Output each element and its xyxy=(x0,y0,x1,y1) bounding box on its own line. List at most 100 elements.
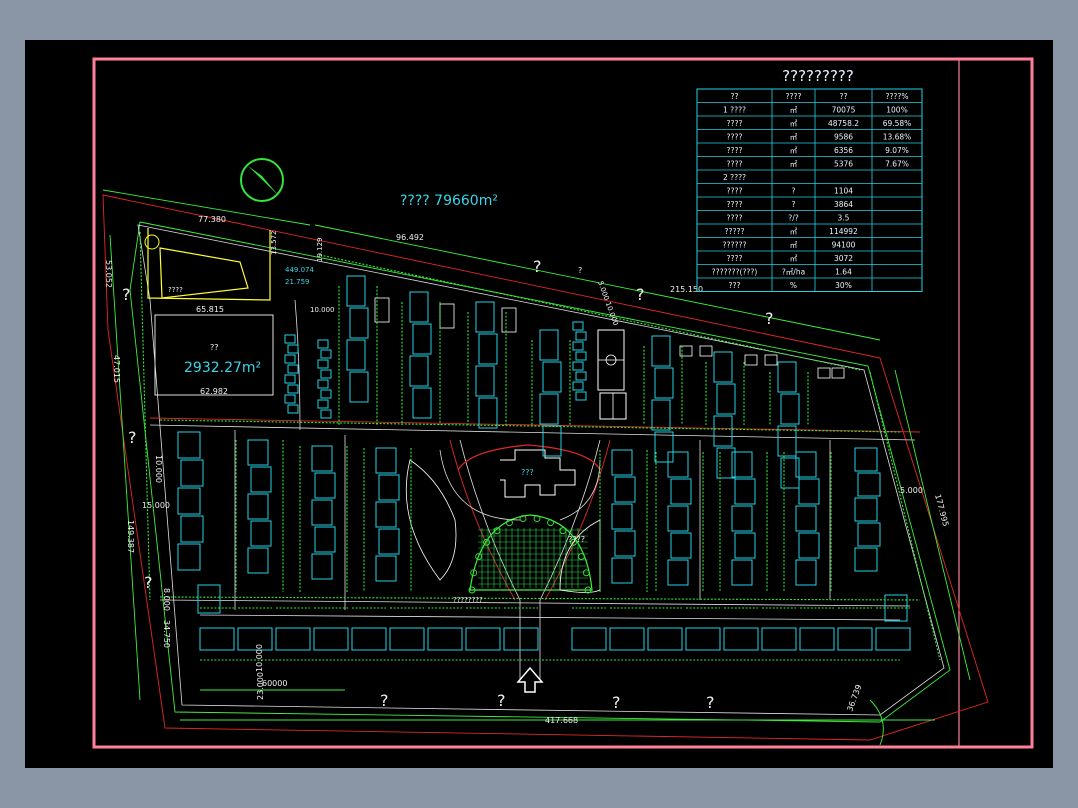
apartment-unit xyxy=(854,447,878,472)
apartment-unit xyxy=(734,532,756,559)
apartment-unit xyxy=(177,431,201,459)
apartment-unit xyxy=(857,472,881,497)
table-cell: ???????(???) xyxy=(712,268,758,277)
apartment-unit xyxy=(575,371,587,381)
rowhouse-unit xyxy=(647,627,683,651)
mark-9: ? xyxy=(706,693,715,712)
apartment-unit xyxy=(412,323,432,355)
plot-area-label: 2932.27m² xyxy=(184,360,261,376)
road-network xyxy=(149,299,921,680)
apartment-unit xyxy=(180,515,204,543)
apartment-unit xyxy=(572,321,584,331)
apartment-unit xyxy=(667,505,689,532)
apartment-unit xyxy=(780,393,800,425)
dim-left-low: 149.387 xyxy=(126,520,135,553)
rowhouse-unit xyxy=(389,627,425,651)
table-cell: % xyxy=(790,281,797,290)
apartment-unit xyxy=(713,351,733,383)
apartment-unit xyxy=(287,404,299,414)
rowhouse-unit xyxy=(609,627,645,651)
dim-spacing-c: 5.000 xyxy=(900,486,923,495)
apartment-unit xyxy=(375,555,397,582)
small-house xyxy=(764,354,778,366)
apartment-unit xyxy=(575,391,587,401)
mark-7: ? xyxy=(497,691,506,710)
apartment-unit xyxy=(670,478,692,505)
mark-1: ? xyxy=(128,428,137,447)
apartment-unit xyxy=(575,351,587,361)
mark-5: ? xyxy=(765,309,774,328)
apartment-unit xyxy=(734,478,756,505)
table-cell: 100% xyxy=(886,106,907,115)
dim-bottom-seg2: 60000 xyxy=(262,679,287,688)
table-cell: ???? xyxy=(727,133,743,142)
dim-right-low: 36.739 xyxy=(845,683,863,712)
table-cell: 3072 xyxy=(834,254,853,263)
apartment-unit xyxy=(250,466,272,493)
mark-3: ? xyxy=(533,257,542,276)
plaza-tree xyxy=(577,553,585,560)
apartment-unit xyxy=(378,528,400,555)
dim-spacing-a: 15.000 xyxy=(142,501,170,510)
table-cell: ㎡ xyxy=(790,119,798,128)
apartment-unit xyxy=(667,451,689,478)
apartment-unit xyxy=(378,474,400,501)
table-cell: 69.58% xyxy=(883,119,912,128)
apartment-unit xyxy=(795,559,817,586)
table-header-cell: ?? xyxy=(731,92,739,101)
table-cell: 3.5 xyxy=(838,214,850,223)
table-cell: 3864 xyxy=(834,200,853,209)
apartment-unit xyxy=(317,339,329,349)
apartment-unit xyxy=(250,520,272,547)
table-cell: ?????? xyxy=(723,241,747,250)
small-house xyxy=(699,345,713,357)
sports-court xyxy=(597,329,627,420)
dim-spacing-d: 8.000 xyxy=(162,588,171,611)
apartment-unit xyxy=(854,497,878,522)
apartment-unit xyxy=(611,557,633,584)
dim-left-top: 53.052 xyxy=(104,260,113,288)
table-cell: ㎡ xyxy=(790,133,798,142)
table-header-cell: ???? xyxy=(786,92,802,101)
apartment-unit xyxy=(857,522,881,547)
apartment-unit xyxy=(611,449,633,476)
total-area-label: ???? 79660m² xyxy=(400,193,498,209)
apartment-unit xyxy=(572,341,584,351)
apartment-unit xyxy=(716,383,736,415)
kiosk xyxy=(439,303,455,329)
apartment-unit xyxy=(475,301,495,333)
apartment-unit xyxy=(177,487,201,515)
table-cell: ㎡ xyxy=(790,106,798,115)
site-plan-drawing: ???? 79660m² 2932.27m² ?? ???? 449.074 2… xyxy=(92,57,1034,749)
apartment-unit xyxy=(247,439,269,466)
apartment-unit xyxy=(539,329,559,361)
table-cell: 30% xyxy=(835,281,852,290)
rowhouse-unit xyxy=(275,627,311,651)
rowhouse-unit xyxy=(875,627,911,651)
mark-8: ? xyxy=(612,693,621,712)
small-house xyxy=(817,367,831,379)
apartment-unit xyxy=(475,365,495,397)
apartment-unit xyxy=(247,493,269,520)
apartment-unit xyxy=(284,354,296,364)
table-cell: ???? xyxy=(727,200,743,209)
apartment-unit xyxy=(346,275,366,307)
apartment-unit xyxy=(349,371,369,403)
rowhouse-unit xyxy=(351,627,387,651)
mark-4: ? xyxy=(636,285,645,304)
plaza-tree xyxy=(559,527,567,535)
apartment-unit xyxy=(611,503,633,530)
center-building-label: ??? xyxy=(521,468,534,477)
table-cell: 9.07% xyxy=(885,146,909,155)
table-cell: ???? xyxy=(727,160,743,169)
apartment-unit xyxy=(731,505,753,532)
apartment-unit xyxy=(539,393,559,425)
apartment-unit xyxy=(180,459,204,487)
apartment-unit xyxy=(542,425,562,457)
apartment-unit xyxy=(572,361,584,371)
apartment-unit xyxy=(320,389,332,399)
apartment-unit xyxy=(798,478,820,505)
apartment-unit xyxy=(654,367,674,399)
table-cell: ㎡ xyxy=(790,254,798,263)
dim-plot-width: 65.815 xyxy=(196,305,224,314)
